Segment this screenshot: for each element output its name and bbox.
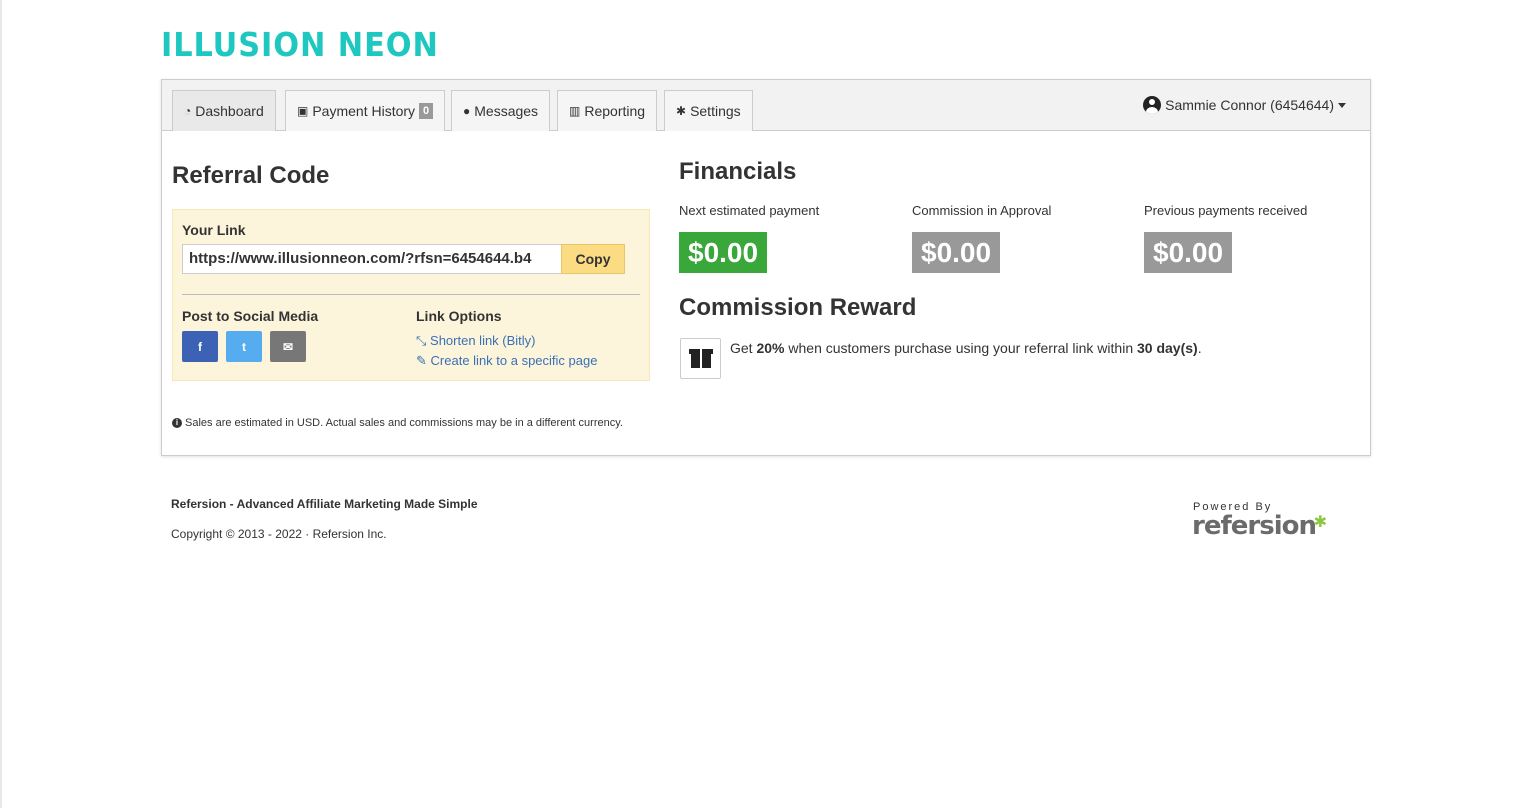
- caret-down-icon: [1338, 102, 1346, 108]
- previous-payments-block: Previous payments received $0.00: [1144, 203, 1307, 273]
- brand-logo[interactable]: ILLUSION NEON: [161, 28, 463, 62]
- previous-payments-value: $0.00: [1144, 232, 1233, 273]
- brand-logo-text: ILLUSION NEON: [161, 25, 439, 64]
- star-icon: ✱: [1313, 512, 1327, 531]
- tab-label: Settings: [690, 103, 741, 119]
- footer-title: Refersion - Advanced Affiliate Marketing…: [171, 497, 478, 511]
- twitter-icon: t: [242, 339, 246, 354]
- your-link-label: Your Link: [182, 222, 246, 238]
- link-options-label: Link Options: [416, 308, 502, 324]
- referral-link-input[interactable]: https://www.illusionneon.com/?rfsn=64546…: [182, 244, 562, 274]
- tab-payment-history[interactable]: ▣ Payment History 0: [285, 90, 446, 131]
- payment-count-badge: 0: [419, 103, 434, 119]
- tab-reporting[interactable]: ▥ Reporting: [557, 90, 658, 131]
- tab-label: Payment History: [312, 103, 416, 119]
- dashboard-panel: ◔ Dashboard ▣ Payment History 0 ● Messag…: [161, 79, 1371, 456]
- panel-header: ◔ Dashboard ▣ Payment History 0 ● Messag…: [162, 80, 1370, 131]
- social-media-label: Post to Social Media: [182, 308, 319, 324]
- copy-button[interactable]: Copy: [561, 244, 625, 274]
- money-icon: ▣: [297, 104, 309, 118]
- next-payment-label: Next estimated payment: [679, 203, 820, 218]
- tab-messages[interactable]: ● Messages: [451, 90, 551, 131]
- next-payment-value: $0.00: [679, 232, 768, 273]
- user-name: Sammie Connor (6454644): [1165, 97, 1334, 113]
- compress-icon: ⤡: [416, 333, 427, 348]
- tab-dashboard[interactable]: ◔ Dashboard: [172, 90, 276, 131]
- gift-icon: [680, 338, 721, 379]
- powered-by-logo[interactable]: Powered By refersion ✱: [1192, 501, 1327, 541]
- gear-icon: ✱: [676, 104, 687, 118]
- user-menu[interactable]: Sammie Connor (6454644): [1143, 96, 1346, 114]
- commission-rate: 20%: [756, 340, 785, 356]
- footer-copyright: Copyright © 2013 - 2022 · Refersion Inc.: [171, 527, 387, 541]
- bar-chart-icon: ▥: [569, 104, 581, 118]
- referral-link-box: Your Link https://www.illusionneon.com/?…: [172, 209, 650, 381]
- tab-settings[interactable]: ✱ Settings: [664, 90, 753, 131]
- page-edge: [0, 0, 2, 808]
- facebook-icon: f: [198, 339, 202, 354]
- shorten-link-label: Shorten link (Bitly): [430, 333, 536, 348]
- commission-approval-value: $0.00: [912, 232, 1001, 273]
- edit-icon: ✎: [416, 353, 427, 368]
- previous-payments-label: Previous payments received: [1144, 203, 1308, 218]
- refersion-logo: refersion ✱: [1192, 511, 1327, 541]
- commission-approval-block: Commission in Approval $0.00: [912, 203, 1051, 273]
- referral-link-value: https://www.illusionneon.com/?rfsn=64546…: [189, 250, 532, 267]
- commission-reward-heading: Commission Reward: [679, 294, 917, 321]
- financials-heading: Financials: [679, 158, 797, 185]
- dashboard-icon: ◔: [184, 104, 192, 118]
- user-circle-icon: [1143, 96, 1162, 114]
- envelope-icon: ✉: [282, 339, 294, 354]
- comment-icon: ●: [463, 104, 471, 118]
- tab-label: Reporting: [584, 103, 646, 119]
- next-payment-block: Next estimated payment $0.00: [679, 203, 819, 273]
- info-icon: i: [172, 418, 182, 428]
- currency-note: i Sales are estimated in USD. Actual sal…: [172, 417, 623, 429]
- divider: [182, 294, 640, 295]
- facebook-share-button[interactable]: f: [182, 331, 218, 362]
- referral-code-heading: Referral Code: [172, 162, 330, 189]
- commission-approval-label: Commission in Approval: [912, 203, 1052, 218]
- twitter-share-button[interactable]: t: [226, 331, 262, 362]
- create-link-label: Create link to a specific page: [430, 353, 598, 368]
- create-specific-link[interactable]: ✎ Create link to a specific page: [416, 353, 597, 369]
- tab-label: Messages: [474, 103, 539, 119]
- tab-label: Dashboard: [195, 103, 264, 119]
- commission-reward-text: Get 20% when customers purchase using yo…: [730, 340, 1202, 356]
- email-share-button[interactable]: ✉: [270, 331, 306, 362]
- commission-period: 30 day(s): [1137, 340, 1198, 356]
- currency-note-text: Sales are estimated in USD. Actual sales…: [185, 417, 623, 429]
- refersion-logo-text: refersion: [1192, 511, 1317, 541]
- shorten-link[interactable]: ⤡ Shorten link (Bitly): [416, 333, 536, 349]
